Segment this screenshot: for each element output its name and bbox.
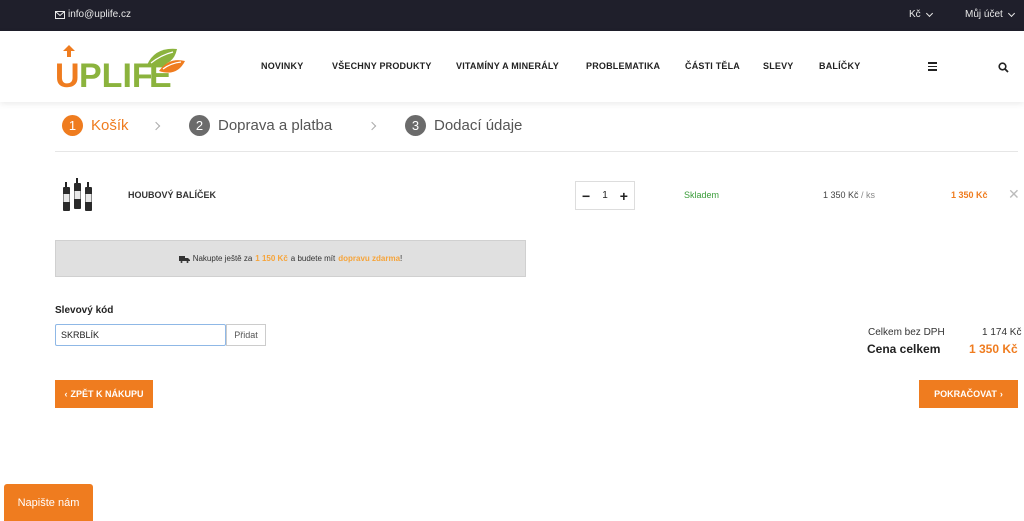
grand-total-value: 1 350 Kč <box>969 342 1018 356</box>
email-text: info@uplife.cz <box>68 9 131 20</box>
unit-price-value: 1 350 Kč <box>823 190 859 200</box>
unit-price: 1 350 Kč / ks <box>823 190 875 200</box>
line-total: 1 350 Kč <box>951 190 988 200</box>
menu-icon[interactable] <box>928 62 937 71</box>
chevron-down-icon <box>925 9 933 17</box>
nav-item-problematika[interactable]: PROBLEMATIKA <box>586 61 660 71</box>
notice-prefix: Nakupte ještě za <box>192 254 253 263</box>
notice-amount: 1 150 Kč <box>255 254 288 263</box>
chat-widget-button[interactable]: Napište nám <box>4 484 93 521</box>
checkout-steps: 1 Košík 2 Doprava a platba 3 Dodací údaj… <box>0 115 1024 139</box>
coupon-label: Slevový kód <box>55 305 114 316</box>
account-label: Můj účet <box>965 9 1003 20</box>
chevron-down-icon <box>1007 9 1015 17</box>
step-number: 1 <box>62 115 83 136</box>
back-to-shop-button[interactable]: ‹ ZPĚT K NÁKUPU <box>55 380 153 408</box>
unit-suffix: / ks <box>861 190 876 200</box>
continue-button[interactable]: POKRAČOVAT › <box>919 380 1018 408</box>
step-doprava[interactable]: 2 Doprava a platba <box>189 115 332 136</box>
nav-item-vsechny-produkty[interactable]: VŠECHNY PRODUKTY <box>332 61 432 71</box>
truck-icon <box>178 255 190 263</box>
grand-total-label: Cena celkem <box>867 342 941 356</box>
chevron-right-icon <box>151 121 161 131</box>
step-number: 2 <box>189 115 210 136</box>
notice-middle: a budete mít <box>290 254 336 263</box>
notice-highlight: dopravu zdarma <box>338 254 401 263</box>
currency-dropdown[interactable]: Kč <box>909 9 933 20</box>
quantity-stepper: − 1 + <box>575 181 635 210</box>
remove-item-icon[interactable]: ✕ <box>1008 186 1020 203</box>
uplife-logo[interactable]: U PLIF E <box>55 45 185 95</box>
divider <box>55 151 1018 152</box>
decrease-button[interactable]: − <box>582 188 590 204</box>
product-image[interactable] <box>62 176 94 214</box>
nav-item-balicky[interactable]: BALÍČKY <box>819 61 860 71</box>
step-kosik[interactable]: 1 Košík <box>62 115 129 136</box>
increase-button[interactable]: + <box>620 188 628 204</box>
net-total-label: Celkem bez DPH <box>868 327 945 338</box>
back-label: ZPĚT K NÁKUPU <box>70 389 144 399</box>
chat-label: Napište nám <box>17 496 80 509</box>
continue-label: POKRAČOVAT <box>934 389 997 399</box>
svg-text:U: U <box>55 57 80 91</box>
step-number: 3 <box>405 115 426 136</box>
step-dodaci-udaje[interactable]: 3 Dodací údaje <box>405 115 522 136</box>
search-icon[interactable] <box>998 60 1009 78</box>
product-name[interactable]: HOUBOVÝ BALÍČEK <box>128 190 216 200</box>
step-label: Doprava a platba <box>218 117 333 134</box>
nav-item-slevy[interactable]: SLEVY <box>763 61 794 71</box>
free-shipping-notice: Nakupte ještě za 1 150 Kč a budete mít d… <box>55 240 526 277</box>
net-total-value: 1 174 Kč <box>982 327 1022 338</box>
chevron-left-icon: ‹ <box>64 389 68 399</box>
main-header: U PLIF E NOVINKY VŠECHNY PRODUKTY VITAMÍ… <box>0 31 1024 102</box>
account-dropdown[interactable]: Můj účet <box>965 9 1015 20</box>
notice-suffix: ! <box>400 254 403 263</box>
nav-item-casti-tela[interactable]: ČÁSTI TĚLA <box>685 61 740 71</box>
currency-label: Kč <box>909 9 921 20</box>
email-link[interactable]: info@uplife.cz <box>55 9 131 20</box>
chevron-right-icon <box>367 121 377 131</box>
stock-status: Skladem <box>684 190 720 200</box>
nav-item-vitaminy[interactable]: VITAMÍNY A MINERÁLY <box>456 61 559 71</box>
quantity-value[interactable]: 1 <box>602 190 608 201</box>
nav-item-novinky[interactable]: NOVINKY <box>261 61 303 71</box>
step-label: Dodací údaje <box>434 117 523 134</box>
top-bar: info@uplife.cz Kč Můj účet <box>0 0 1024 31</box>
coupon-input[interactable] <box>55 324 226 346</box>
envelope-icon <box>55 10 65 19</box>
chevron-right-icon: › <box>999 389 1003 399</box>
apply-coupon-button[interactable]: Přidat <box>226 324 266 346</box>
step-label: Košík <box>91 117 129 134</box>
svg-text:PLIF: PLIF <box>79 57 153 91</box>
